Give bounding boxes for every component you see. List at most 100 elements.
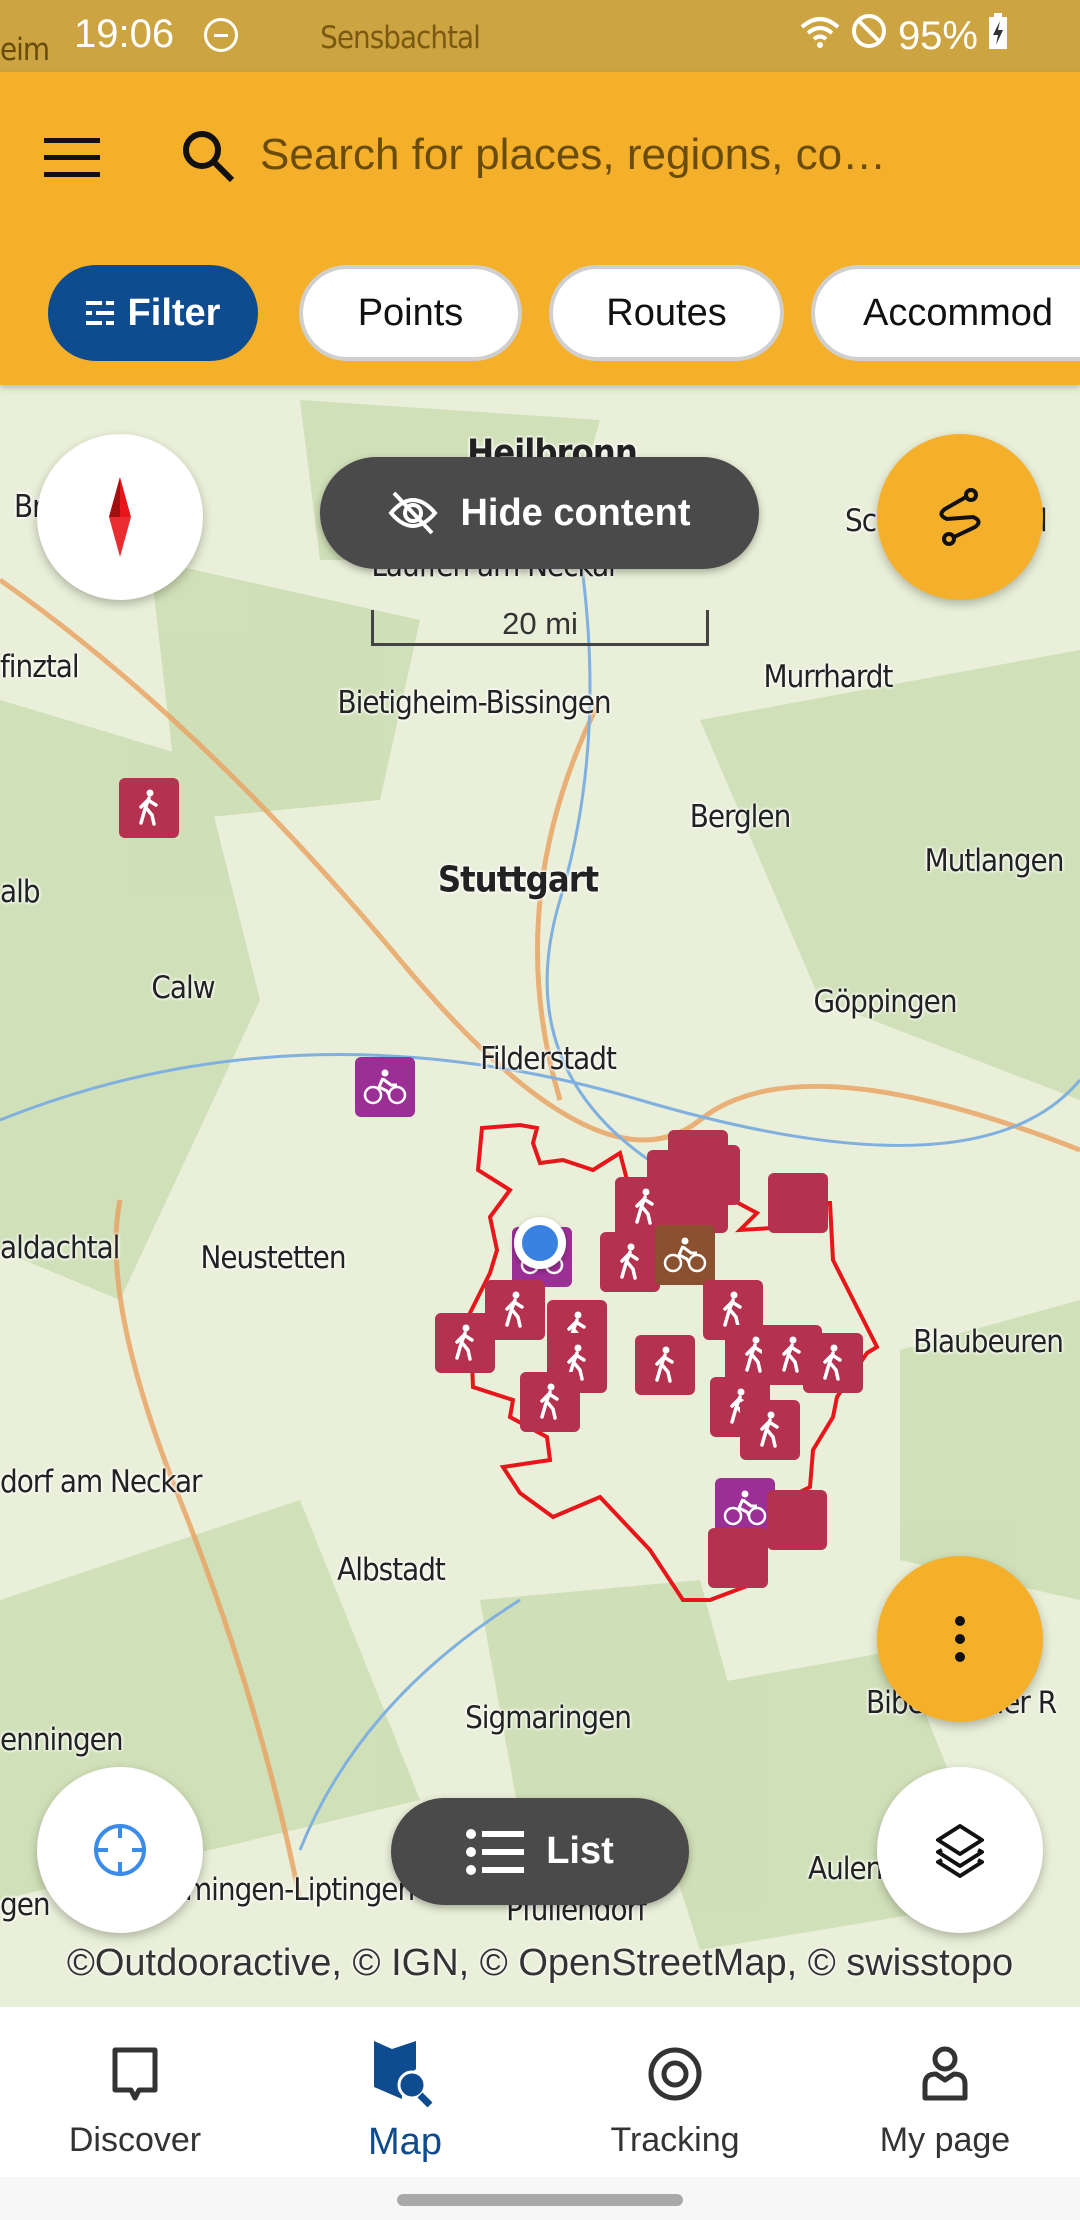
filter-label: Filter xyxy=(127,291,221,334)
map-label: finztal xyxy=(0,649,80,685)
scale-bar: 20 mi xyxy=(371,608,709,646)
bottom-navigation: Discover Map Tracking My page xyxy=(0,2007,1080,2177)
hiker-icon xyxy=(620,1243,639,1280)
app-header: Filter Points Routes Accommod xyxy=(0,72,1080,385)
menu-button[interactable] xyxy=(44,138,100,178)
map-label: Sc xyxy=(845,503,877,539)
map-label: Berglen xyxy=(689,799,792,835)
tab-map[interactable]: Map xyxy=(270,2007,540,2177)
map-label: Göppingen xyxy=(813,984,957,1020)
hiker-icon xyxy=(760,1411,779,1448)
more-options-button[interactable] xyxy=(877,1556,1043,1722)
list-icon xyxy=(466,1828,525,1875)
hiking-marker[interactable] xyxy=(520,1372,580,1432)
filter-chip[interactable]: Filter xyxy=(48,265,258,361)
plain-marker[interactable] xyxy=(708,1528,768,1588)
hide-content-button[interactable]: Hide content xyxy=(320,457,759,569)
map-label: Bietigheim-Bissingen xyxy=(337,685,611,721)
sliders-icon xyxy=(85,298,114,328)
status-time: 19:06 xyxy=(74,12,175,56)
tab-tracking[interactable]: Tracking xyxy=(540,2007,810,2177)
current-location-pin xyxy=(514,1217,566,1269)
battery-charging-icon xyxy=(988,13,1008,59)
tab-my-page[interactable]: My page xyxy=(810,2007,1080,2177)
cycling-marker[interactable] xyxy=(355,1057,415,1117)
compass-button[interactable] xyxy=(37,434,203,600)
map-label: gen xyxy=(0,1887,51,1923)
hiker-icon xyxy=(655,1346,674,1383)
bicycle-icon xyxy=(723,1490,767,1526)
map-attribution: ©Outdooractive, © IGN, © OpenStreetMap, … xyxy=(66,1942,1014,1984)
compass-icon xyxy=(109,477,131,557)
hiking-marker[interactable] xyxy=(740,1400,800,1460)
map-label: eim xyxy=(0,32,50,68)
map-label: Mutlangen xyxy=(924,843,1065,879)
map-label: Aulen xyxy=(808,1851,883,1887)
routes-chip[interactable]: Routes xyxy=(549,265,784,361)
home-indicator[interactable] xyxy=(397,2194,683,2206)
gesture-bar xyxy=(0,2177,1080,2220)
tab-label: Discover xyxy=(68,2121,202,2159)
map-label: Blaubeuren xyxy=(913,1324,1064,1360)
map-label: Calw xyxy=(151,970,215,1006)
points-label: Points xyxy=(357,291,464,334)
hiker-icon xyxy=(455,1324,474,1361)
map-label: mingen-Liptingen xyxy=(185,1872,415,1908)
eye-off-icon xyxy=(388,491,439,535)
wifi-icon xyxy=(800,14,840,59)
map-label: Albstadt xyxy=(337,1552,446,1588)
routes-label: Routes xyxy=(606,291,727,334)
map-label: Filderstadt xyxy=(480,1041,617,1077)
mtb-marker[interactable] xyxy=(655,1225,715,1285)
route-icon xyxy=(939,488,981,546)
hiker-icon xyxy=(540,1383,559,1420)
list-button[interactable]: List xyxy=(391,1798,689,1905)
bicycle-icon xyxy=(663,1237,707,1273)
more-vertical-icon xyxy=(955,1616,965,1662)
tab-discover[interactable]: Discover xyxy=(0,2007,270,2177)
hiking-marker[interactable] xyxy=(435,1313,495,1373)
plain-marker[interactable] xyxy=(668,1173,728,1233)
layers-icon xyxy=(936,1824,984,1878)
hiker-icon xyxy=(723,1291,742,1328)
hiker-icon xyxy=(505,1291,524,1328)
map-layers-button[interactable] xyxy=(877,1767,1043,1933)
bicycle-icon xyxy=(363,1069,407,1105)
points-chip[interactable]: Points xyxy=(299,265,522,361)
map-label: Neustetten xyxy=(200,1240,346,1276)
map-label: aldachtal xyxy=(0,1230,120,1266)
map-label: Sigmaringen xyxy=(465,1700,632,1736)
person-icon xyxy=(922,2046,968,2101)
plain-marker[interactable] xyxy=(767,1490,827,1550)
accommodation-label: Accommod xyxy=(863,291,1054,334)
locate-me-button[interactable] xyxy=(37,1767,203,1933)
hiking-marker[interactable] xyxy=(635,1335,695,1395)
route-planner-button[interactable] xyxy=(877,434,1043,600)
tab-label: My page xyxy=(879,2121,1011,2159)
map-label: enningen xyxy=(0,1722,124,1758)
battery-level: 95% xyxy=(897,13,978,58)
hiker-icon xyxy=(823,1344,842,1381)
crosshair-icon xyxy=(94,1824,146,1876)
map-label: alb xyxy=(0,874,41,910)
tab-label: Map xyxy=(368,2121,442,2163)
speech-bubble-icon xyxy=(112,2047,158,2101)
search-icon xyxy=(183,131,235,183)
search-input[interactable] xyxy=(260,120,1040,190)
map-label: dorf am Neckar xyxy=(0,1464,203,1500)
dnd-icon xyxy=(204,18,238,52)
tab-label: Tracking xyxy=(610,2121,740,2159)
accommodation-chip[interactable]: Accommod xyxy=(811,265,1080,361)
hide-content-label: Hide content xyxy=(460,491,691,534)
map-label: Stuttgart xyxy=(437,859,599,901)
no-disturb-icon xyxy=(850,12,888,60)
plain-marker[interactable] xyxy=(768,1173,828,1233)
hiking-marker[interactable] xyxy=(803,1333,863,1393)
hiker-icon xyxy=(635,1188,654,1225)
map-search-icon xyxy=(374,2041,433,2107)
hiking-marker[interactable] xyxy=(119,778,179,838)
status-bar: 19:06 95% xyxy=(0,0,1080,72)
hiking-marker[interactable] xyxy=(600,1232,660,1292)
target-icon xyxy=(648,2047,702,2101)
map-label: Murrhardt xyxy=(763,659,894,695)
